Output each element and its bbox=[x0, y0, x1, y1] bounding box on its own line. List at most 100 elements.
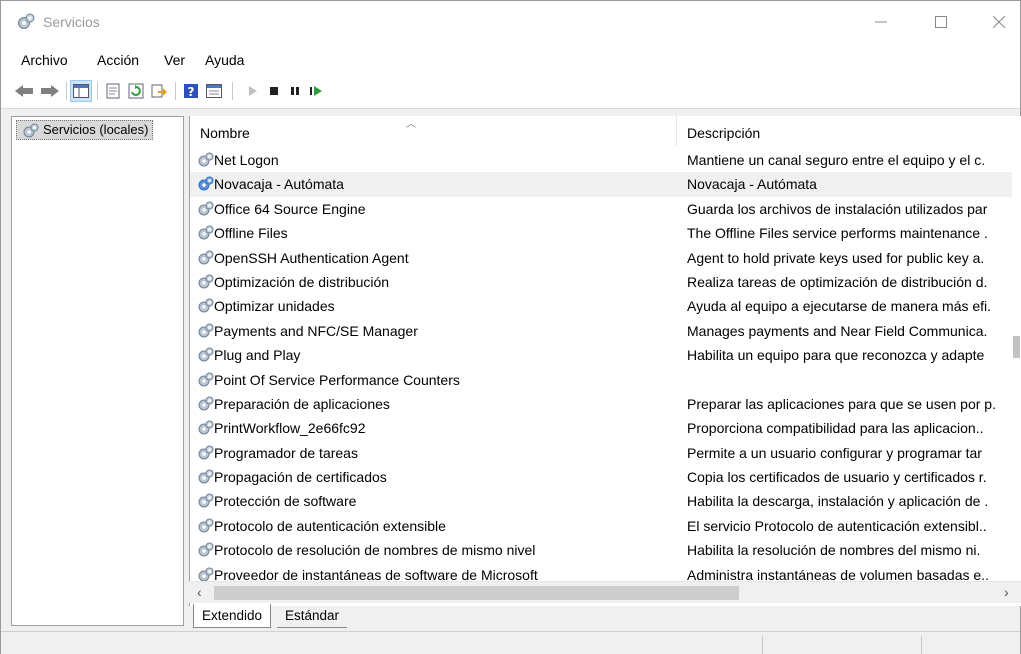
view-tabs: Extendido Estándar bbox=[189, 604, 1021, 628]
gears-icon bbox=[18, 13, 35, 29]
back-button[interactable] bbox=[13, 80, 35, 102]
scroll-right-icon[interactable]: › bbox=[1004, 584, 1009, 600]
table-row[interactable]: Net Logon Mantiene un canal seguro entre … bbox=[190, 148, 1021, 172]
menu-ayuda[interactable]: Ayuda bbox=[205, 52, 244, 68]
table-row[interactable]: Optimizar unidades Ayuda al equipo a ejec… bbox=[190, 294, 1021, 318]
start-service-button[interactable] bbox=[242, 80, 264, 102]
forward-button[interactable] bbox=[39, 80, 61, 102]
table-row[interactable]: OpenSSH Authentication Agent Agent to hol… bbox=[190, 246, 1021, 270]
stop-service-button[interactable] bbox=[263, 80, 285, 102]
properties-button[interactable] bbox=[102, 80, 124, 102]
services-list: Nombre ︿ Descripción Net Logon Mantiene u… bbox=[189, 116, 1021, 606]
column-header-label: Nombre bbox=[200, 125, 250, 141]
vertical-scroll-thumb[interactable] bbox=[1013, 336, 1020, 358]
minimize-button[interactable] bbox=[858, 1, 904, 43]
sort-ascending-icon: ︿ bbox=[406, 119, 416, 130]
service-gear-icon bbox=[197, 224, 215, 242]
table-row[interactable]: Propagación de certificados Copia los cer… bbox=[190, 465, 1021, 489]
service-gear-icon bbox=[197, 249, 215, 267]
pause-service-icon bbox=[291, 87, 299, 95]
service-gear-icon bbox=[197, 492, 215, 510]
service-name: Protocolo de autenticación extensible bbox=[214, 517, 446, 534]
service-description: Manages payments and Near Field Communic… bbox=[687, 322, 988, 339]
service-description: Habilita la descarga, instalación y apli… bbox=[687, 493, 989, 510]
table-row[interactable]: Protección de software Habilita la descar… bbox=[190, 489, 1021, 513]
view-button[interactable] bbox=[203, 80, 225, 102]
service-gear-icon bbox=[197, 346, 215, 364]
service-name: Offline Files bbox=[214, 225, 288, 242]
service-name: Point Of Service Performance Counters bbox=[214, 371, 460, 388]
toolbar-separator bbox=[232, 82, 233, 100]
table-row[interactable]: Optimización de distribución Realiza tare… bbox=[190, 270, 1021, 294]
forward-arrow-icon bbox=[41, 85, 59, 97]
service-gear-icon bbox=[197, 468, 215, 486]
service-description: Agent to hold private keys used for publ… bbox=[687, 249, 985, 266]
service-description: Copia los certificados de usuario y cert… bbox=[687, 469, 987, 486]
service-description: El servicio Protocolo de autenticación e… bbox=[687, 517, 987, 534]
maximize-button[interactable] bbox=[918, 1, 964, 43]
service-gear-icon bbox=[197, 444, 215, 462]
table-row[interactable]: Programador de tareas Permite a un usuari… bbox=[190, 441, 1021, 465]
status-separator bbox=[762, 636, 763, 654]
table-row[interactable]: Novacaja - Autómata Novacaja - Autómata bbox=[190, 172, 1021, 197]
service-description: Habilita un equipo para que reconozca y … bbox=[687, 347, 985, 364]
service-description: Preparar las aplicaciones para que se us… bbox=[687, 395, 996, 412]
menu-ver[interactable]: Ver bbox=[164, 52, 185, 68]
menu-accion[interactable]: Acción bbox=[97, 52, 139, 68]
scroll-left-icon[interactable]: ‹ bbox=[197, 584, 202, 600]
tree-item-servicios-locales[interactable]: Servicios (locales) bbox=[16, 120, 154, 140]
stop-service-icon bbox=[270, 87, 278, 95]
service-description: Proporciona compatibilidad para las apli… bbox=[687, 420, 984, 437]
toolbar-separator bbox=[66, 82, 67, 100]
column-header-label: Descripción bbox=[687, 125, 761, 141]
toolbar-separator bbox=[175, 82, 176, 100]
service-gear-icon bbox=[197, 419, 215, 437]
menu-archivo[interactable]: Archivo bbox=[21, 52, 68, 68]
help-button[interactable]: ? bbox=[180, 80, 202, 102]
table-row[interactable]: PrintWorkflow_2e66fc92 Proporciona compat… bbox=[190, 416, 1021, 440]
vertical-scrollbar[interactable] bbox=[1012, 116, 1021, 581]
maximize-icon bbox=[935, 16, 947, 28]
table-row[interactable]: Protocolo de autenticación extensible El … bbox=[190, 514, 1021, 538]
export-list-icon bbox=[151, 84, 167, 98]
back-arrow-icon bbox=[15, 85, 33, 97]
pause-service-button[interactable] bbox=[284, 80, 306, 102]
column-header-name[interactable]: Nombre ︿ bbox=[190, 116, 677, 146]
service-name: OpenSSH Authentication Agent bbox=[214, 249, 409, 266]
export-list-button[interactable] bbox=[148, 80, 170, 102]
table-row[interactable]: Offline Files The Offline Files service p… bbox=[190, 221, 1021, 245]
tab-estandar[interactable]: Estándar bbox=[277, 604, 348, 628]
toolbar: ? bbox=[1, 73, 1020, 109]
tab-extendido[interactable]: Extendido bbox=[193, 604, 272, 628]
close-icon bbox=[993, 16, 1005, 28]
window-title: Servicios bbox=[43, 14, 100, 30]
status-bar bbox=[1, 631, 1020, 654]
service-description: The Offline Files service performs maint… bbox=[687, 225, 988, 242]
table-row[interactable]: Payments and NFC/SE Manager Manages payme… bbox=[190, 319, 1021, 343]
table-row[interactable]: Plug and Play Habilita un equipo para que… bbox=[190, 343, 1021, 367]
service-gear-icon bbox=[197, 395, 215, 413]
refresh-icon bbox=[128, 83, 144, 99]
column-header-description[interactable]: Descripción bbox=[677, 116, 1021, 146]
table-row[interactable]: Protocolo de resolución de nombres de mi… bbox=[190, 538, 1021, 562]
table-row[interactable]: Preparación de aplicaciones Preparar las … bbox=[190, 392, 1021, 416]
service-name: Protocolo de resolución de nombres de mi… bbox=[214, 542, 536, 559]
close-button[interactable] bbox=[976, 1, 1021, 43]
show-hide-tree-button[interactable] bbox=[70, 80, 92, 102]
service-gear-icon bbox=[197, 297, 215, 315]
table-row[interactable]: Point Of Service Performance Counters bbox=[190, 368, 1021, 392]
horizontal-scroll-thumb[interactable] bbox=[214, 586, 739, 600]
title-bar: Servicios bbox=[1, 1, 1020, 43]
restart-service-button[interactable] bbox=[305, 80, 327, 102]
service-name: Optimizar unidades bbox=[214, 298, 335, 315]
refresh-button[interactable] bbox=[125, 80, 147, 102]
service-gear-icon bbox=[197, 541, 215, 559]
services-rows: Net Logon Mantiene un canal seguro entre … bbox=[190, 148, 1021, 587]
tree-pane: Servicios (locales) bbox=[11, 116, 184, 626]
service-description: Habilita la resolución de nombres del mi… bbox=[687, 542, 981, 559]
service-name: Programador de tareas bbox=[214, 444, 358, 461]
service-name: Payments and NFC/SE Manager bbox=[214, 322, 418, 339]
table-row[interactable]: Office 64 Source Engine Guarda los archiv… bbox=[190, 197, 1021, 221]
horizontal-scrollbar[interactable]: ‹ › bbox=[189, 581, 1021, 603]
service-gear-icon bbox=[197, 273, 215, 291]
